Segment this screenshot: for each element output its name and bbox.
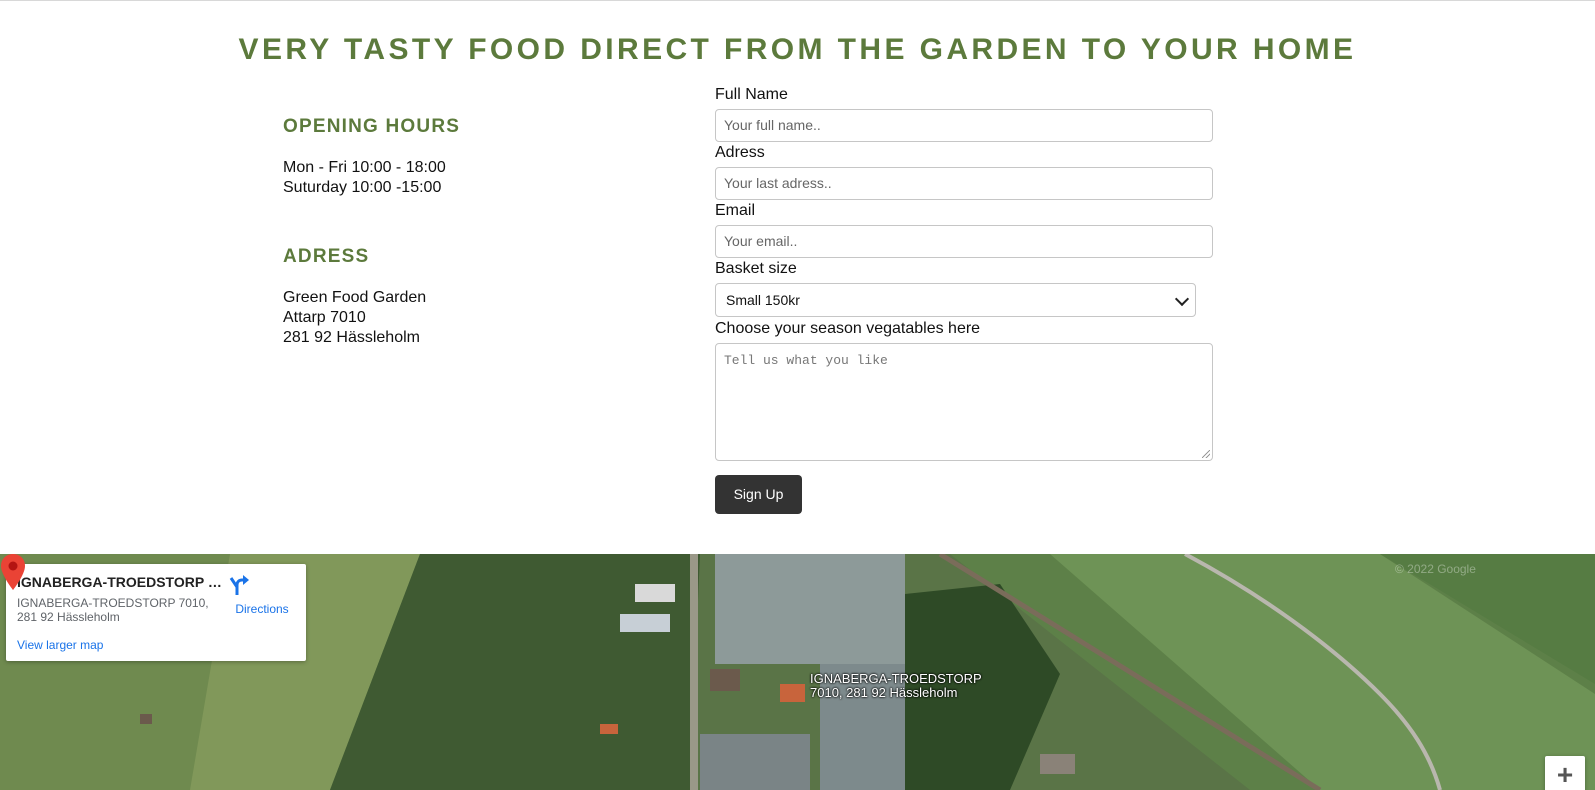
page-headline: VERY TASTY FOOD DIRECT FROM THE GARDEN T… — [238, 33, 1357, 66]
hours-saturday: Suturday 10:00 -15:00 — [283, 179, 442, 196]
view-larger-map-link[interactable]: View larger map — [17, 638, 103, 652]
directions-icon — [229, 575, 249, 595]
resize-handle[interactable] — [1202, 450, 1210, 458]
marker-label-line2: 7010, 281 92 Hässleholm — [810, 685, 958, 700]
basket-size-value: Small 150kr — [726, 292, 800, 308]
marker-label-line1: IGNABERGA-TROEDSTORP — [810, 671, 982, 686]
adress-label: Adress — [715, 144, 765, 161]
full-name-input[interactable]: Your full name.. — [715, 109, 1213, 142]
email-placeholder: Your email.. — [724, 233, 798, 249]
top-divider — [0, 0, 1595, 1]
place-address: IGNABERGA-TROEDSTORP 7010, 281 92 Hässle… — [17, 596, 209, 624]
map-watermark: © 2022 Google — [1395, 562, 1476, 576]
basket-size-label: Basket size — [715, 260, 797, 277]
adress-placeholder: Your last adress.. — [724, 175, 832, 191]
season-vegetables-placeholder: Tell us what you like — [724, 353, 888, 368]
email-input[interactable]: Your email.. — [715, 225, 1213, 258]
adress-line-street: Attarp 7010 — [283, 309, 366, 326]
place-name: IGNABERGA-TROEDSTORP 70... — [17, 574, 222, 590]
adress-title: ADRESS — [283, 246, 370, 267]
opening-hours: Mon - Fri 10:00 - 18:00 Suturday 10:00 -… — [283, 158, 446, 198]
sign-up-button[interactable]: Sign Up — [715, 475, 802, 514]
full-name-placeholder: Your full name.. — [724, 117, 821, 133]
directions-label: Directions — [235, 602, 289, 616]
basket-size-select[interactable]: Small 150kr — [715, 283, 1196, 317]
season-vegetables-textarea[interactable]: Tell us what you like — [715, 343, 1213, 461]
place-card: IGNABERGA-TROEDSTORP 70... IGNABERGA-TRO… — [6, 564, 306, 661]
adress-line-name: Green Food Garden — [283, 289, 427, 306]
adress-block: Green Food Garden Attarp 7010 281 92 Häs… — [283, 288, 426, 348]
hours-weekdays: Mon - Fri 10:00 - 18:00 — [283, 159, 446, 176]
adress-line-city: 281 92 Hässleholm — [283, 329, 420, 346]
map-embed[interactable]: © 2022 Google IGNABERGA-TROEDSTORP 70...… — [0, 554, 1595, 790]
opening-hours-title: OPENING HOURS — [283, 116, 461, 137]
zoom-in-button[interactable]: + — [1545, 756, 1585, 790]
adress-input[interactable]: Your last adress.. — [715, 167, 1213, 200]
chevron-down-icon — [1174, 291, 1190, 307]
season-vegetables-label: Choose your season vegatables here — [715, 320, 981, 337]
marker-label: IGNABERGA-TROEDSTORP 7010, 281 92 Hässle… — [810, 672, 982, 700]
directions-button[interactable]: Directions — [228, 574, 296, 618]
location-pin-icon[interactable] — [0, 554, 26, 590]
full-name-label: Full Name — [715, 86, 788, 103]
email-label: Email — [715, 202, 756, 219]
